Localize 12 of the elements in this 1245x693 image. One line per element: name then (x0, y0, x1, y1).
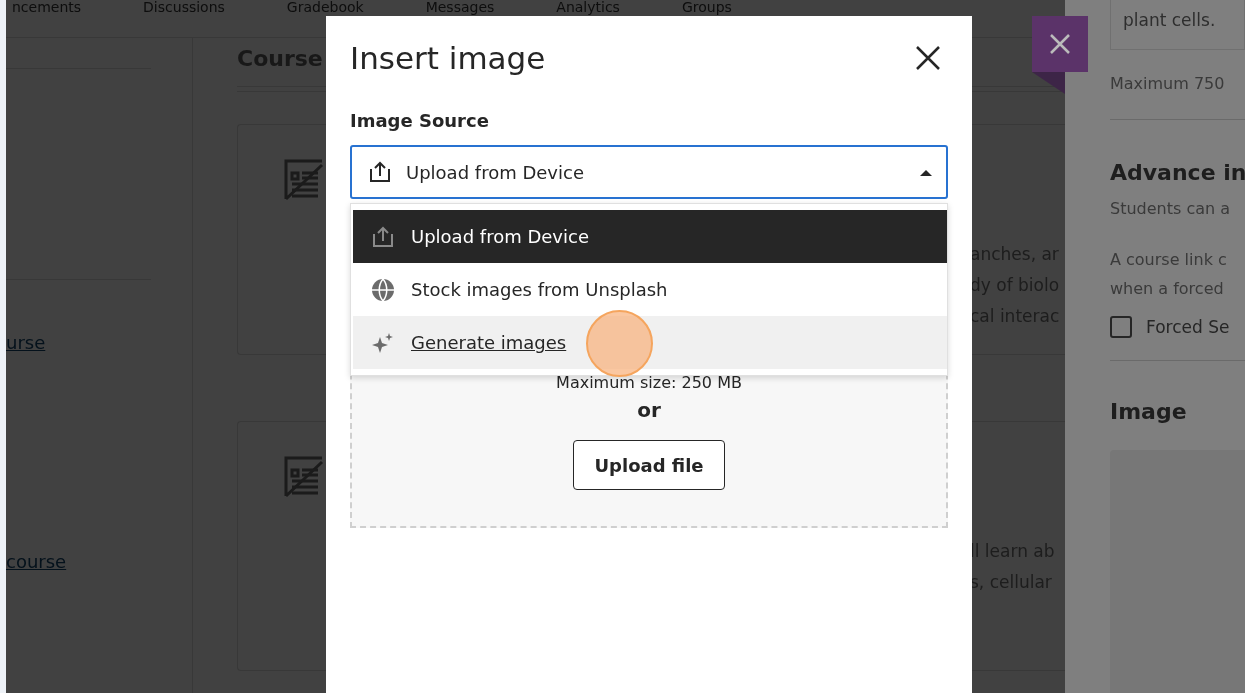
field-label: Image Source (350, 110, 490, 131)
section-heading: Image (1110, 399, 1188, 424)
dialog-title: Insert image (350, 40, 546, 76)
note-text: A course link c (1110, 250, 1228, 269)
section-heading: Advance in (1110, 160, 1245, 185)
description-text: plant cells. (1123, 10, 1217, 30)
section-text: Students can a (1110, 199, 1232, 218)
max-size-text: Maximum size: 250 MB (556, 373, 742, 392)
or-text: or (637, 398, 661, 422)
character-limit: Maximum 750 (1110, 74, 1226, 93)
checkbox-label: Forced Se (1146, 317, 1230, 337)
note-text: when a forced (1110, 279, 1225, 298)
